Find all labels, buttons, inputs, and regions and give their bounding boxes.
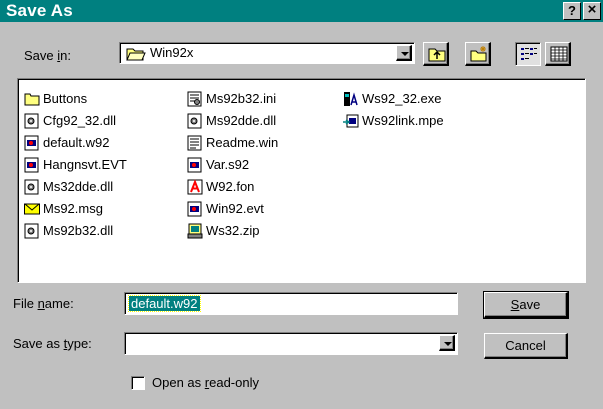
list-view-icon: [521, 48, 537, 60]
zip-file-icon: [187, 223, 203, 239]
chevron-down-icon[interactable]: [396, 45, 412, 61]
save-type-dropdown[interactable]: [124, 332, 458, 355]
s92-file-icon: [187, 157, 203, 173]
details-view-icon: [550, 46, 568, 62]
folder-icon: [24, 91, 40, 107]
dll-file-icon: [24, 179, 40, 195]
save-in-dropdown[interactable]: Win92x: [119, 42, 415, 64]
save-in-label: Save in:: [24, 48, 71, 63]
read-only-checkbox[interactable]: [131, 376, 145, 390]
new-folder-icon: [470, 46, 487, 62]
save-in-value: Win92x: [150, 45, 194, 60]
msg-file-icon: [24, 201, 40, 217]
file-name-label: File name:: [13, 296, 74, 311]
dll-file-icon: [24, 223, 40, 239]
folder-open-icon: [126, 46, 146, 64]
evt-file-icon: [187, 201, 203, 217]
font-file-icon: [187, 179, 203, 195]
close-button[interactable]: ×: [583, 2, 601, 20]
w92-file-icon: [24, 135, 40, 151]
dll-file-icon: [24, 113, 40, 129]
file-name-input[interactable]: default.w92: [124, 292, 458, 315]
file-name-value: default.w92: [128, 295, 201, 312]
up-one-level-button[interactable]: [423, 42, 449, 66]
evt-file-icon: [24, 157, 40, 173]
title-bar[interactable]: Save As ? ×: [0, 0, 603, 22]
dll-file-icon: [187, 113, 203, 129]
save-as-dialog: Save As ? × Save in: Win92x Buttons Cfg9…: [0, 0, 603, 409]
cancel-button[interactable]: Cancel: [484, 333, 568, 359]
text-file-icon: [187, 135, 203, 151]
save-type-label: Save as type:: [13, 336, 92, 351]
read-only-label[interactable]: Open as read-only: [152, 375, 259, 390]
help-button[interactable]: ?: [563, 2, 581, 20]
window-title: Save As: [6, 1, 73, 20]
exe-file-icon: [343, 91, 359, 107]
list-view-button[interactable]: [515, 42, 541, 66]
file-list[interactable]: Buttons Cfg92_32.dll default.w92 Hangnsv…: [17, 78, 586, 283]
save-button[interactable]: Save: [483, 291, 569, 319]
ini-file-icon: [187, 91, 203, 107]
new-folder-button[interactable]: [465, 42, 491, 66]
mpe-file-icon: [343, 113, 359, 129]
chevron-down-icon[interactable]: [439, 335, 455, 351]
up-folder-icon: [428, 48, 446, 62]
details-view-button[interactable]: [545, 42, 571, 66]
